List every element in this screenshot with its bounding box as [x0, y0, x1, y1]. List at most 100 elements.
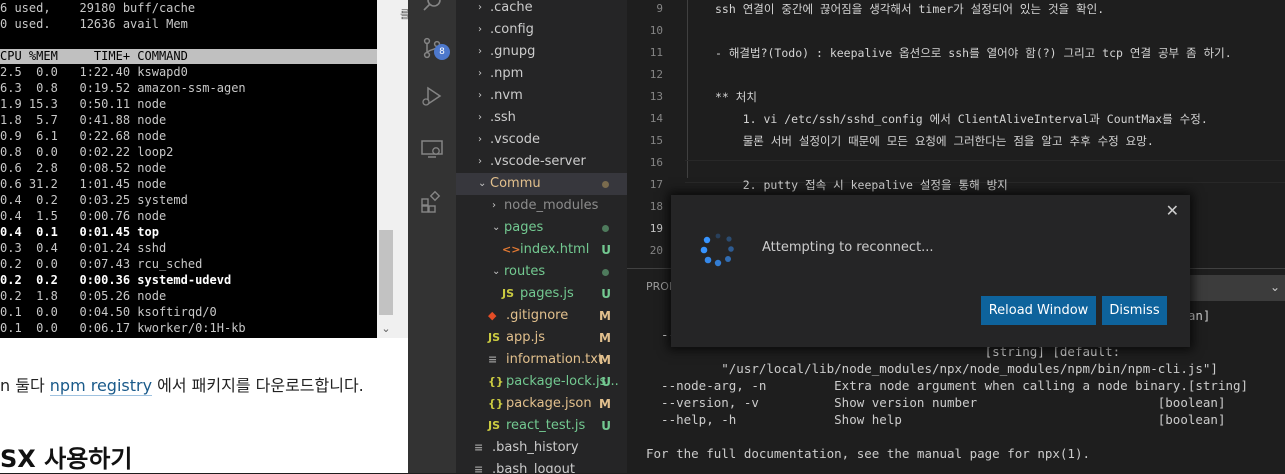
terminal-output-line: For the full documentation, see the manu… — [646, 446, 1091, 461]
explorer-item[interactable]: ⌄ routes — [456, 261, 627, 283]
web-para-text: 에서 패키지를 다운로드합니다. — [152, 376, 364, 395]
term-process-row: 0.4 1.5 0:00.76 node — [0, 209, 167, 223]
explorer-item[interactable]: ≡ information.txt M — [456, 349, 627, 371]
explorer-item[interactable]: ≡ .bash_history — [456, 437, 627, 459]
scroll-down-icon[interactable]: ⌄ — [377, 320, 395, 338]
explorer-item-label: node_modules — [504, 198, 599, 213]
term-process-row: 6.3 0.8 0:19.52 amazon-ssm-agen — [0, 81, 246, 95]
explorer-item-label: .bash_history — [492, 440, 579, 455]
term-summary-line: 6 used, 29180 buff/cache — [0, 1, 196, 15]
close-icon[interactable]: ✕ — [1166, 201, 1179, 220]
explorer-item[interactable]: › .npm — [456, 63, 627, 85]
chevron-right-icon: › — [478, 112, 482, 123]
text-file-icon: ≡ — [474, 463, 484, 473]
js-file-icon: JS — [488, 419, 501, 432]
extensions-icon[interactable] — [408, 180, 456, 224]
code-line[interactable]: ssh 연결이 중간에 끊어짐을 생각해서 timer가 설정되어 있는 것을 … — [715, 0, 1104, 20]
remote-explorer-icon[interactable] — [408, 127, 456, 171]
code-line[interactable]: 1. vi /etc/ssh/sshd_config 에서 ClientAliv… — [715, 108, 1208, 130]
chevron-down-icon: ⌄ — [478, 178, 487, 189]
term-scroll-thumb[interactable] — [379, 230, 393, 315]
term-process-row: 0.8 0.0 0:02.22 loop2 — [0, 145, 174, 159]
explorer-item[interactable]: › .cache — [456, 0, 627, 19]
chevron-down-icon: ⌄ — [492, 266, 501, 277]
explorer-item-label: react_test.js — [506, 418, 586, 433]
dismiss-button[interactable]: Dismiss — [1102, 296, 1167, 325]
code-line[interactable]: ** 처치 — [715, 86, 757, 108]
text-file-icon: ≡ — [488, 353, 498, 366]
code-line[interactable]: - 해결법?(Todo) : keepalive 옵션으로 ssh를 열어야 함… — [715, 42, 1232, 64]
explorer-item[interactable]: {} package.json M — [456, 393, 627, 415]
term-process-row: 1.9 15.3 0:50.11 node — [0, 97, 167, 111]
explorer-item[interactable]: ⌄ Commu — [456, 173, 627, 195]
term-side-gutter — [395, 0, 408, 338]
explorer-item[interactable]: JS app.js M — [456, 327, 627, 349]
explorer-item[interactable]: › .gnupg — [456, 41, 627, 63]
line-number: 15 — [649, 134, 663, 147]
explorer-item-label: .nvm — [490, 88, 523, 103]
explorer-item[interactable]: › .ssh — [456, 107, 627, 129]
explorer-item-label: app.js — [506, 330, 545, 345]
explorer-item[interactable]: {} package-lock.js... U — [456, 371, 627, 393]
explorer-item-label: pages — [504, 220, 544, 235]
activity-bar: 8 — [408, 0, 456, 473]
explorer-item[interactable]: <> index.html U — [456, 239, 627, 261]
indent-guide — [687, 0, 688, 178]
git-status-badge: M — [599, 331, 611, 345]
git-status-dot — [602, 225, 609, 232]
loading-spinner-icon — [700, 233, 734, 267]
term-scrollbar[interactable]: ⌄ — [377, 0, 395, 338]
line-number: 19 — [649, 222, 663, 235]
line-number: 12 — [649, 68, 663, 81]
terminal-top-output[interactable]: 6 used, 29180 buff/cache 0 used. 12636 a… — [0, 0, 395, 338]
chevron-right-icon: › — [478, 46, 482, 57]
explorer-item[interactable]: JS react_test.js U — [456, 415, 627, 437]
term-process-row: 0.4 0.1 0:01.45 top — [0, 225, 159, 239]
git-status-badge: M — [599, 397, 611, 411]
explorer-item[interactable]: JS pages.js U — [456, 283, 627, 305]
chevron-right-icon: › — [478, 2, 482, 13]
reconnect-notification: ✕ Attempting to reconnect... Reload Wind… — [671, 195, 1190, 347]
explorer-item-label: routes — [504, 264, 546, 279]
search-icon[interactable] — [408, 0, 456, 24]
explorer-item-label: .vscode-server — [490, 154, 586, 169]
chevron-right-icon: › — [478, 68, 482, 79]
git-status-badge: U — [601, 243, 611, 257]
notification-message: Attempting to reconnect... — [762, 240, 934, 255]
chevron-right-icon: › — [478, 24, 482, 35]
explorer-item-label: .config — [490, 22, 534, 37]
git-file-icon: ◆ — [488, 309, 497, 322]
line-number: 9 — [656, 2, 663, 15]
web-page-fragment: n 둘다 npm registry 에서 패키지를 다운로드합니다. SX 사용… — [0, 338, 408, 473]
explorer-item-label: Commu — [490, 176, 541, 191]
term-process-row: 0.1 0.0 0:06.17 kworker/0:1H-kb — [0, 321, 246, 335]
explorer-item-label: .npm — [490, 66, 524, 81]
reload-window-button[interactable]: Reload Window — [981, 296, 1096, 325]
code-line[interactable]: 2. putty 접속 시 keepalive 설정을 통해 방지 — [715, 174, 1008, 196]
line-number: 18 — [649, 200, 663, 213]
explorer-item[interactable]: › .vscode — [456, 129, 627, 151]
terminal-output-line: "/usr/local/lib/node_modules/npx/node_mo… — [646, 361, 1218, 376]
chevron-right-icon: › — [478, 156, 482, 167]
explorer-item[interactable]: › .nvm — [456, 85, 627, 107]
run-debug-icon[interactable] — [408, 74, 456, 118]
git-status-badge: U — [601, 287, 611, 301]
explorer-item[interactable]: ⌄ pages — [456, 217, 627, 239]
terminal-output-line: --help, -h Show help [boolean] — [646, 412, 1226, 427]
git-status-dot — [602, 269, 609, 276]
terminal-select-dropdown[interactable]: ⌄ — [1188, 275, 1285, 301]
explorer-item-label: information.txt — [506, 352, 604, 367]
code-line[interactable]: 물론 서버 설정이기 때문에 모든 요청에 그러한다는 점을 알고 추후 수정 … — [715, 130, 1154, 152]
explorer-item[interactable]: ≡ .bash_logout — [456, 459, 627, 473]
explorer-item[interactable]: › .vscode-server — [456, 151, 627, 173]
npm-registry-link[interactable]: npm registry — [49, 376, 153, 396]
git-status-dot — [602, 181, 609, 188]
explorer-item[interactable]: › .config — [456, 19, 627, 41]
terminal-output-line: --version, -v Show version number [boole… — [646, 395, 1226, 410]
explorer-item[interactable]: › node_modules — [456, 195, 627, 217]
explorer-item[interactable]: ◆ .gitignore M — [456, 305, 627, 327]
term-summary-line: 0 used. 12636 avail Mem — [0, 17, 188, 31]
term-process-row: 0.1 0.0 0:04.50 ksoftirqd/0 — [0, 305, 217, 319]
web-heading: SX 사용하기 — [0, 445, 133, 473]
git-status-badge: U — [601, 375, 611, 389]
